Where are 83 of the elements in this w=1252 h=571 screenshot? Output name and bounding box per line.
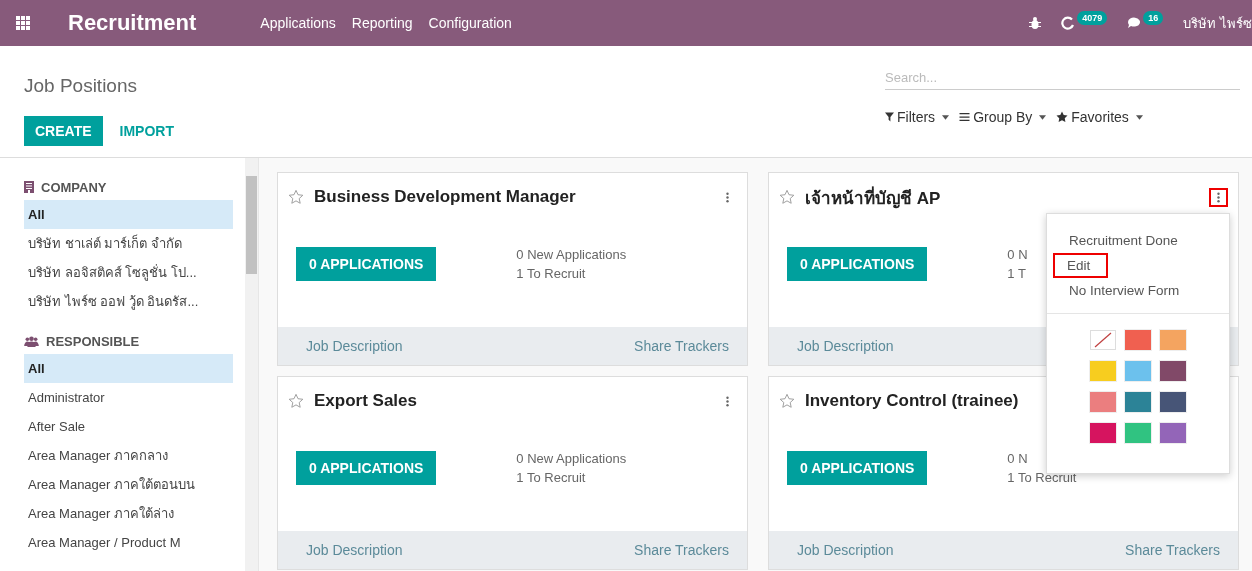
nav-menu-item[interactable]: Configuration	[428, 15, 512, 31]
sidebar-filter-item[interactable]: Area Manager ภาคกลาง	[24, 441, 233, 470]
create-button[interactable]: CREATE	[24, 116, 103, 146]
filter-section-title: RESPONSIBLE	[46, 333, 140, 349]
filter-dropdown-button[interactable]: Group By	[959, 109, 1047, 125]
color-swatch[interactable]	[1125, 392, 1151, 412]
sidebar-filter-item[interactable]: All	[24, 354, 233, 383]
vertical-dots-icon	[1217, 191, 1220, 203]
sidebar-filter-item[interactable]: All	[24, 200, 233, 229]
scrollbar[interactable]	[245, 158, 258, 571]
color-swatch[interactable]	[1125, 361, 1151, 381]
job-title: เจ้าหน้าที่บัญชี AP	[805, 185, 941, 211]
card-footer-link[interactable]: Job Description	[797, 338, 894, 354]
activity-count-badge: 4079	[1077, 11, 1108, 25]
applications-button[interactable]: 0 APPLICATIONS	[296, 247, 437, 281]
color-swatch[interactable]	[1125, 423, 1151, 443]
color-swatch[interactable]	[1160, 361, 1186, 381]
job-title: Export Sales	[314, 391, 417, 411]
sidebar-filter-item[interactable]: Area Manager / Product M	[24, 528, 233, 557]
nav-menu-item[interactable]: Applications	[260, 15, 336, 31]
caret-icon	[942, 114, 950, 120]
applications-button[interactable]: 0 APPLICATIONS	[296, 451, 437, 485]
funnel-icon	[885, 112, 894, 122]
filter-section-title: COMPANY	[41, 179, 107, 195]
sidebar-filter-item[interactable]: บริษัท ชาเล่ต์ มาร์เก็ต จำกัด	[24, 229, 233, 258]
color-swatch[interactable]	[1090, 392, 1116, 412]
card-footer-link[interactable]: Job Description	[306, 338, 403, 354]
application-stat-link[interactable]: 0 New Applications	[516, 247, 627, 262]
application-stat-link[interactable]: 1 T	[1007, 266, 1028, 281]
star-outline-icon[interactable]	[288, 393, 304, 409]
vertical-dots-icon	[726, 191, 729, 203]
company-name[interactable]: บริษัท ไพร์ซ	[1183, 12, 1252, 34]
no-color-swatch[interactable]	[1090, 330, 1116, 350]
app-name: Recruitment	[68, 10, 197, 36]
color-swatch[interactable]	[1090, 423, 1116, 443]
applications-button[interactable]: 0 APPLICATIONS	[787, 451, 928, 485]
filter-dropdown-button[interactable]: Favorites	[1056, 109, 1143, 125]
card-footer-link[interactable]: Share Trackers	[634, 542, 729, 558]
people-icon	[24, 335, 39, 347]
applications-button[interactable]: 0 APPLICATIONS	[787, 247, 928, 281]
sidebar-filter-item[interactable]: After Sale	[24, 412, 233, 441]
card-footer-link[interactable]: Job Description	[306, 542, 403, 558]
filter-dropdown-button[interactable]: Filters	[885, 109, 950, 125]
job-title: Business Development Manager	[314, 187, 576, 207]
import-button[interactable]: IMPORT	[108, 116, 185, 146]
sidebar-filter-item[interactable]: บริษัท ลอจิสติคส์ โซลูชั่น โป...	[24, 258, 233, 287]
application-stat-link[interactable]: 1 To Recruit	[516, 470, 627, 485]
application-stat-link[interactable]: 1 To Recruit	[516, 266, 627, 281]
job-title: Inventory Control (trainee)	[805, 391, 1019, 411]
sidebar-filter-item[interactable]: บริษัท ไพร์ซ ออฟ วู้ด อินดรัส...	[24, 287, 233, 316]
vertical-dots-icon	[726, 395, 729, 407]
message-count-badge: 16	[1143, 11, 1164, 25]
sidebar-filter-item[interactable]: Area Manager ภาคใต้ตอนบน	[24, 470, 233, 499]
more-options-button[interactable]	[1209, 187, 1228, 207]
page-title: Job Positions	[24, 75, 138, 97]
color-swatch[interactable]	[1125, 330, 1151, 350]
list-lines-icon	[959, 112, 971, 122]
color-swatch[interactable]	[1160, 392, 1186, 412]
application-stat-link[interactable]: 0 N	[1007, 247, 1028, 262]
menu-item[interactable]: Recruitment Done	[1047, 228, 1184, 253]
caret-icon	[1135, 114, 1143, 120]
application-stat-link[interactable]: 0 New Applications	[516, 451, 627, 466]
card-footer-link[interactable]: Job Description	[797, 542, 894, 558]
menu-item[interactable]: No Interview Form	[1047, 278, 1186, 303]
star-outline-icon[interactable]	[779, 393, 795, 409]
card-footer-link[interactable]: Share Trackers	[1125, 542, 1220, 558]
apps-menu-icon[interactable]	[16, 16, 30, 30]
color-swatch[interactable]	[1160, 330, 1186, 350]
application-stat-link[interactable]: 1 To Recruit	[1007, 470, 1077, 485]
chat-bubble-icon[interactable]	[1127, 16, 1142, 30]
color-swatch[interactable]	[1160, 423, 1186, 443]
menu-item[interactable]: Edit	[1053, 253, 1109, 278]
sidebar-filter-item[interactable]: Area Manager ภาคใต้ล่าง	[24, 499, 233, 528]
sidebar-filter-item[interactable]: Administrator	[24, 383, 233, 412]
star-outline-icon[interactable]	[779, 189, 795, 205]
star-icon	[1056, 111, 1069, 123]
building-icon	[24, 181, 34, 193]
caret-icon	[1039, 114, 1047, 120]
card-footer-link[interactable]: Share Trackers	[634, 338, 729, 354]
color-swatch[interactable]	[1090, 361, 1116, 381]
bug-icon[interactable]	[1029, 16, 1042, 30]
star-outline-icon[interactable]	[288, 189, 304, 205]
nav-menu-item[interactable]: Reporting	[351, 15, 413, 31]
